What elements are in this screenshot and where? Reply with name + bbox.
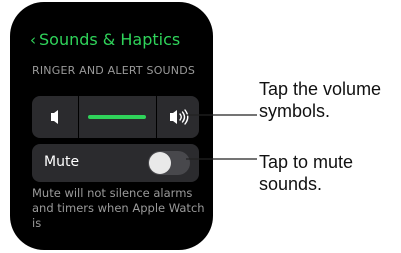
volume-callout: Tap the volume symbols. [259, 79, 382, 121]
mute-callout: Tap to mute sounds. [259, 152, 354, 194]
callout-leader-lines [186, 114, 257, 160]
